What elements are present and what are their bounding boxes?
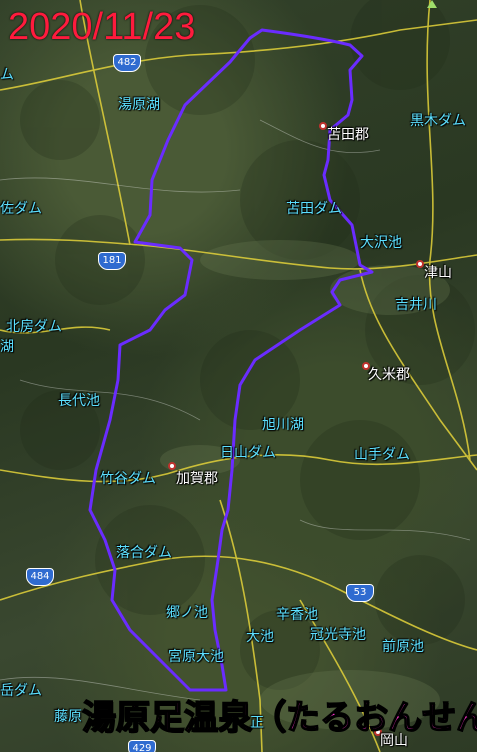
place-label-miyahara-oike: 宮原大池 xyxy=(168,649,224,665)
place-label-kuroki-dam: 黒木ダム xyxy=(410,113,466,129)
place-label-sa-dam: 佐ダム xyxy=(0,201,42,217)
caption-overlay: 湯原足温泉（たるおんせん） xyxy=(81,697,477,739)
place-label-shinko-ike: 辛香池 xyxy=(276,607,318,623)
kaga-gun-marker xyxy=(168,462,176,470)
place-label-oike: 大池 xyxy=(246,629,274,645)
place-label-kume-gun: 久米郡 xyxy=(368,367,410,383)
north-indicator-icon xyxy=(427,0,437,8)
place-label-osawa-ike: 大沢池 xyxy=(360,235,402,251)
place-label-left-dam: ム xyxy=(0,67,14,83)
place-label-left-lake: 湖 xyxy=(0,339,14,355)
place-label-tomata-gun: 苫田郡 xyxy=(327,127,369,143)
place-label-hashi-dam: 岳ダム xyxy=(0,683,42,699)
route-shield-53: 53 xyxy=(346,584,374,602)
route-shield-484: 484 xyxy=(26,568,54,586)
place-label-mae-hara-ike: 前原池 xyxy=(382,639,424,655)
place-label-asahikawa-ko: 旭川湖 xyxy=(262,417,304,433)
place-label-gono-ike: 郷ノ池 xyxy=(166,605,208,621)
date-overlay: 2020/11/23 xyxy=(8,6,196,48)
place-label-takeya-dam: 竹谷ダム xyxy=(100,471,156,487)
route-shield-482: 482 xyxy=(113,54,141,72)
place-label-yoshii-gawa: 吉井川 xyxy=(395,297,437,313)
place-label-tomata-dam: 苫田ダム xyxy=(286,201,342,217)
place-label-ochiai-dam: 落合ダム xyxy=(116,545,172,561)
place-label-fujihara: 藤原 xyxy=(54,709,82,725)
place-label-kankoji-ike: 冠光寺池 xyxy=(310,627,366,643)
place-label-kitabo-dam: 北房ダム xyxy=(6,319,62,335)
tomata-gun-marker xyxy=(319,122,327,130)
place-label-kaga-gun: 加賀郡 xyxy=(176,471,218,487)
place-label-nagashiro-ike: 長代池 xyxy=(58,393,100,409)
place-label-yubara-ko: 湯原湖 xyxy=(118,97,160,113)
route-shield-429: 429 xyxy=(128,740,156,752)
map-canvas[interactable]: 482 181 484 53 429 湯原湖 苫田郡 黒木ダム 苫田ダム 大沢池… xyxy=(0,0,477,752)
place-label-yamate-dam: 山手ダム xyxy=(354,447,410,463)
tsuyama-marker xyxy=(416,260,424,268)
place-label-tsuyama: 津山 xyxy=(424,265,452,281)
route-shield-181: 181 xyxy=(98,252,126,270)
place-label-hiyama-dam: 日山ダム xyxy=(220,445,276,461)
